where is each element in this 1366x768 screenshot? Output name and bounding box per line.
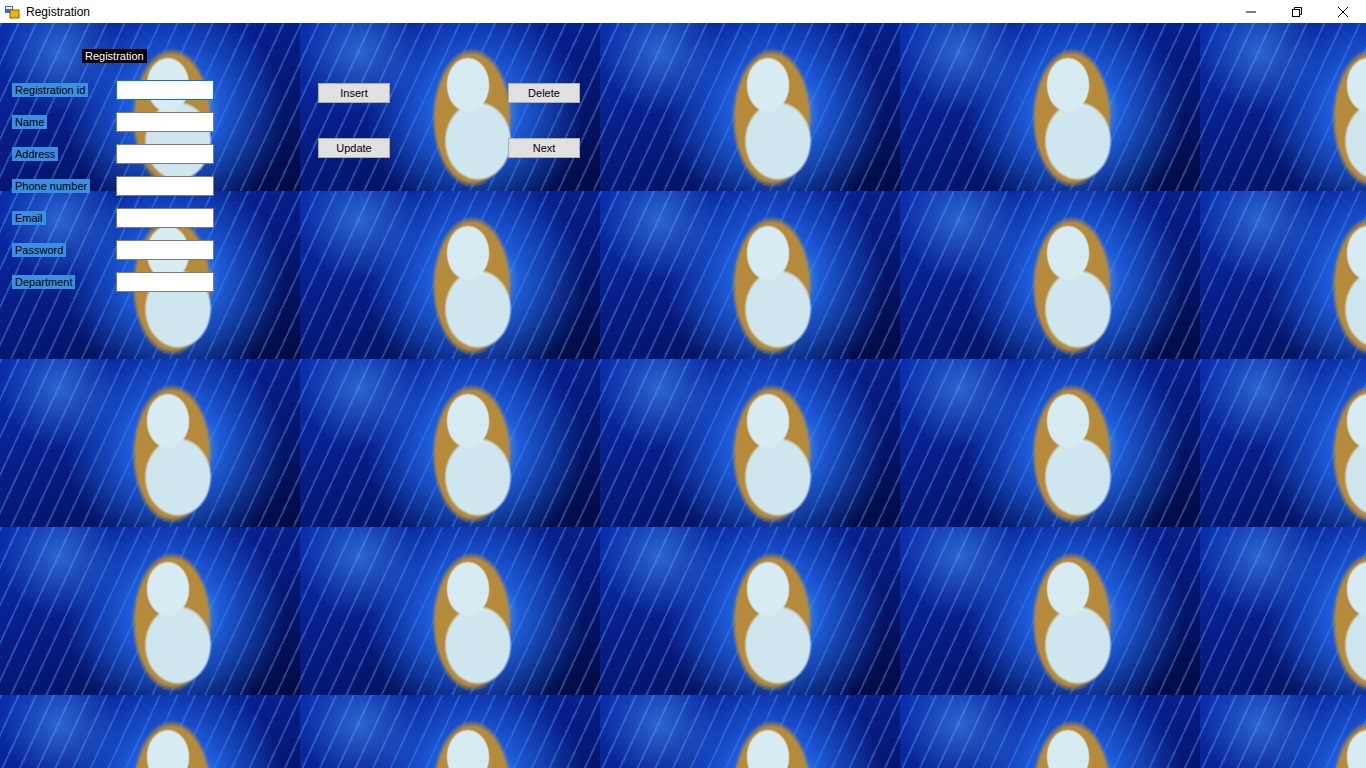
button-group: Insert Delete Update Next	[318, 83, 580, 292]
field-row: Registration id	[12, 80, 214, 100]
field-row: Name	[12, 112, 214, 132]
text-field[interactable]	[116, 208, 214, 228]
field-label: Password	[12, 243, 66, 257]
field-list: Registration id Name Address Phone number Em…	[12, 80, 214, 292]
field-label: Name	[12, 115, 47, 129]
action-button[interactable]: Update	[318, 138, 390, 158]
title-bar: Registration	[0, 0, 1366, 23]
minimize-icon[interactable]	[1228, 0, 1274, 23]
text-field[interactable]	[116, 176, 214, 196]
field-row: Phone number	[12, 176, 214, 196]
field-label: Registration id	[12, 83, 88, 97]
field-row: Email	[12, 208, 214, 228]
field-row: Department	[12, 272, 214, 292]
window-title: Registration	[26, 3, 90, 21]
text-field[interactable]	[116, 144, 214, 164]
field-row: Password	[12, 240, 214, 260]
form-client: Registration Registration id Name Address P…	[0, 23, 1366, 768]
field-label: Department	[12, 275, 75, 289]
field-label: Phone number	[12, 179, 90, 193]
form-heading: Registration	[82, 49, 147, 63]
field-row: Address	[12, 144, 214, 164]
restore-icon[interactable]	[1274, 0, 1320, 23]
action-button[interactable]: Next	[508, 138, 580, 158]
close-icon[interactable]	[1320, 0, 1366, 23]
text-field[interactable]	[116, 272, 214, 292]
text-field[interactable]	[116, 80, 214, 100]
field-label: Email	[12, 211, 46, 225]
app-icon	[4, 4, 20, 20]
action-button[interactable]: Delete	[508, 83, 580, 103]
field-label: Address	[12, 147, 58, 161]
text-field[interactable]	[116, 240, 214, 260]
action-button[interactable]: Insert	[318, 83, 390, 103]
text-field[interactable]	[116, 112, 214, 132]
